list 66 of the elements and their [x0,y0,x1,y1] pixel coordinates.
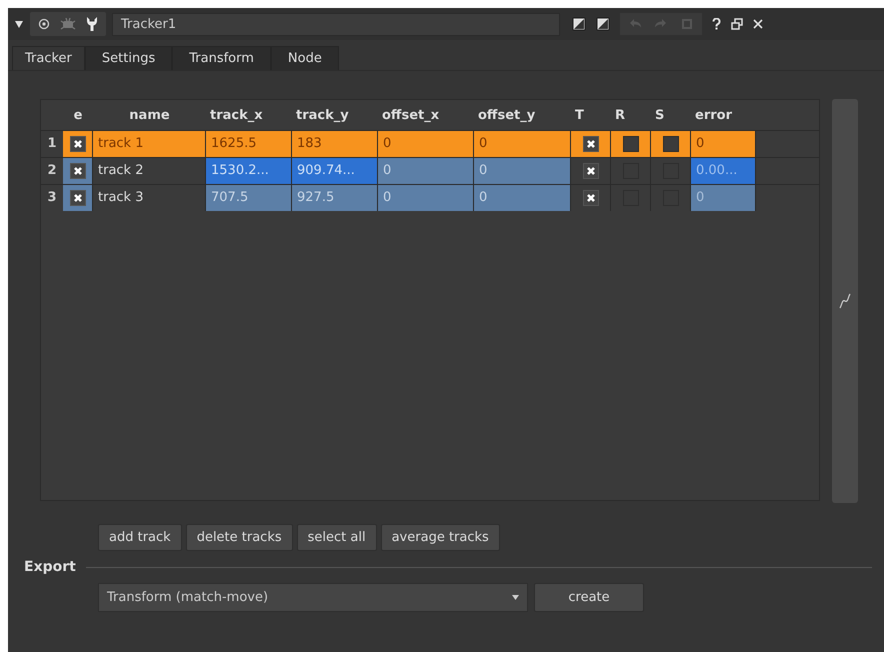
circle-dot-icon[interactable] [38,18,50,30]
cross-icon [586,139,596,149]
checkbox[interactable] [582,163,598,179]
cross-icon [586,193,596,203]
cross-icon [72,193,82,203]
column-header: offset_y [477,108,536,122]
dropdown-caret-icon [512,595,519,600]
row-number: 3 [46,189,58,207]
column-header: track_x [209,108,264,122]
table-cell: 0.00... [691,158,756,184]
table-cell: 0 [474,131,571,157]
collapse-triangle-icon[interactable] [14,19,24,29]
bug-icon[interactable] [60,18,76,30]
create-button[interactable]: create [534,583,644,612]
table-cell: 927.5 [292,185,378,211]
column-header: S [654,108,666,122]
half-square-icon[interactable] [596,17,610,31]
column-header: e [72,108,84,122]
table-cell: track 1 [93,131,206,157]
table-cell: 909.74... [292,158,378,184]
checkbox[interactable] [662,136,678,152]
checkbox[interactable] [582,190,598,206]
table-cell: 0 [474,158,571,184]
checkbox[interactable] [70,190,86,206]
track-button[interactable]: add track [98,524,182,551]
column-header: T [574,108,585,122]
table-cell: 1625.5 [206,131,292,157]
table-cell: 0 [691,131,756,157]
table-cell: 707.5 [206,185,292,211]
checkbox[interactable] [622,136,638,152]
checkbox[interactable] [70,163,86,179]
table-cell: 1530.2... [206,158,292,184]
tab[interactable]: Settings [84,46,172,70]
column-header: error [694,108,733,122]
row-number: 1 [46,135,58,153]
tab[interactable]: Transform [172,46,271,70]
table-cell: 0 [378,131,474,157]
wrench-icon[interactable] [86,16,98,32]
track-button[interactable]: select all [296,524,377,551]
tab[interactable]: Tracker [12,46,85,70]
checkbox[interactable] [70,136,86,152]
table-cell: 0 [474,185,571,211]
row-number: 2 [46,162,58,180]
track-button[interactable]: average tracks [380,524,500,551]
table-cell: 0 [378,158,474,184]
column-header: track_y [295,108,350,122]
track-button[interactable]: delete tracks [186,524,293,551]
column-header: name [128,108,171,122]
column-header: R [614,108,626,122]
help-icon[interactable] [712,18,721,30]
node-name-field[interactable]: Tracker1 [112,12,560,36]
close-icon[interactable] [753,19,763,29]
curve-icon [839,293,851,309]
float-window-icon[interactable] [731,18,743,30]
checkbox[interactable] [582,136,598,152]
export-dropdown[interactable]: Transform (match-move) [98,583,528,612]
table-cell: 0 [691,185,756,211]
tab[interactable]: Node [270,46,339,70]
table-cell: 0 [378,185,474,211]
section-label: Export [24,559,76,575]
table-cell: 183 [292,131,378,157]
cross-icon [586,166,596,176]
half-square-icon[interactable] [572,17,586,31]
column-header: offset_x [381,108,440,122]
cross-icon [72,166,82,176]
cross-icon [72,139,82,149]
